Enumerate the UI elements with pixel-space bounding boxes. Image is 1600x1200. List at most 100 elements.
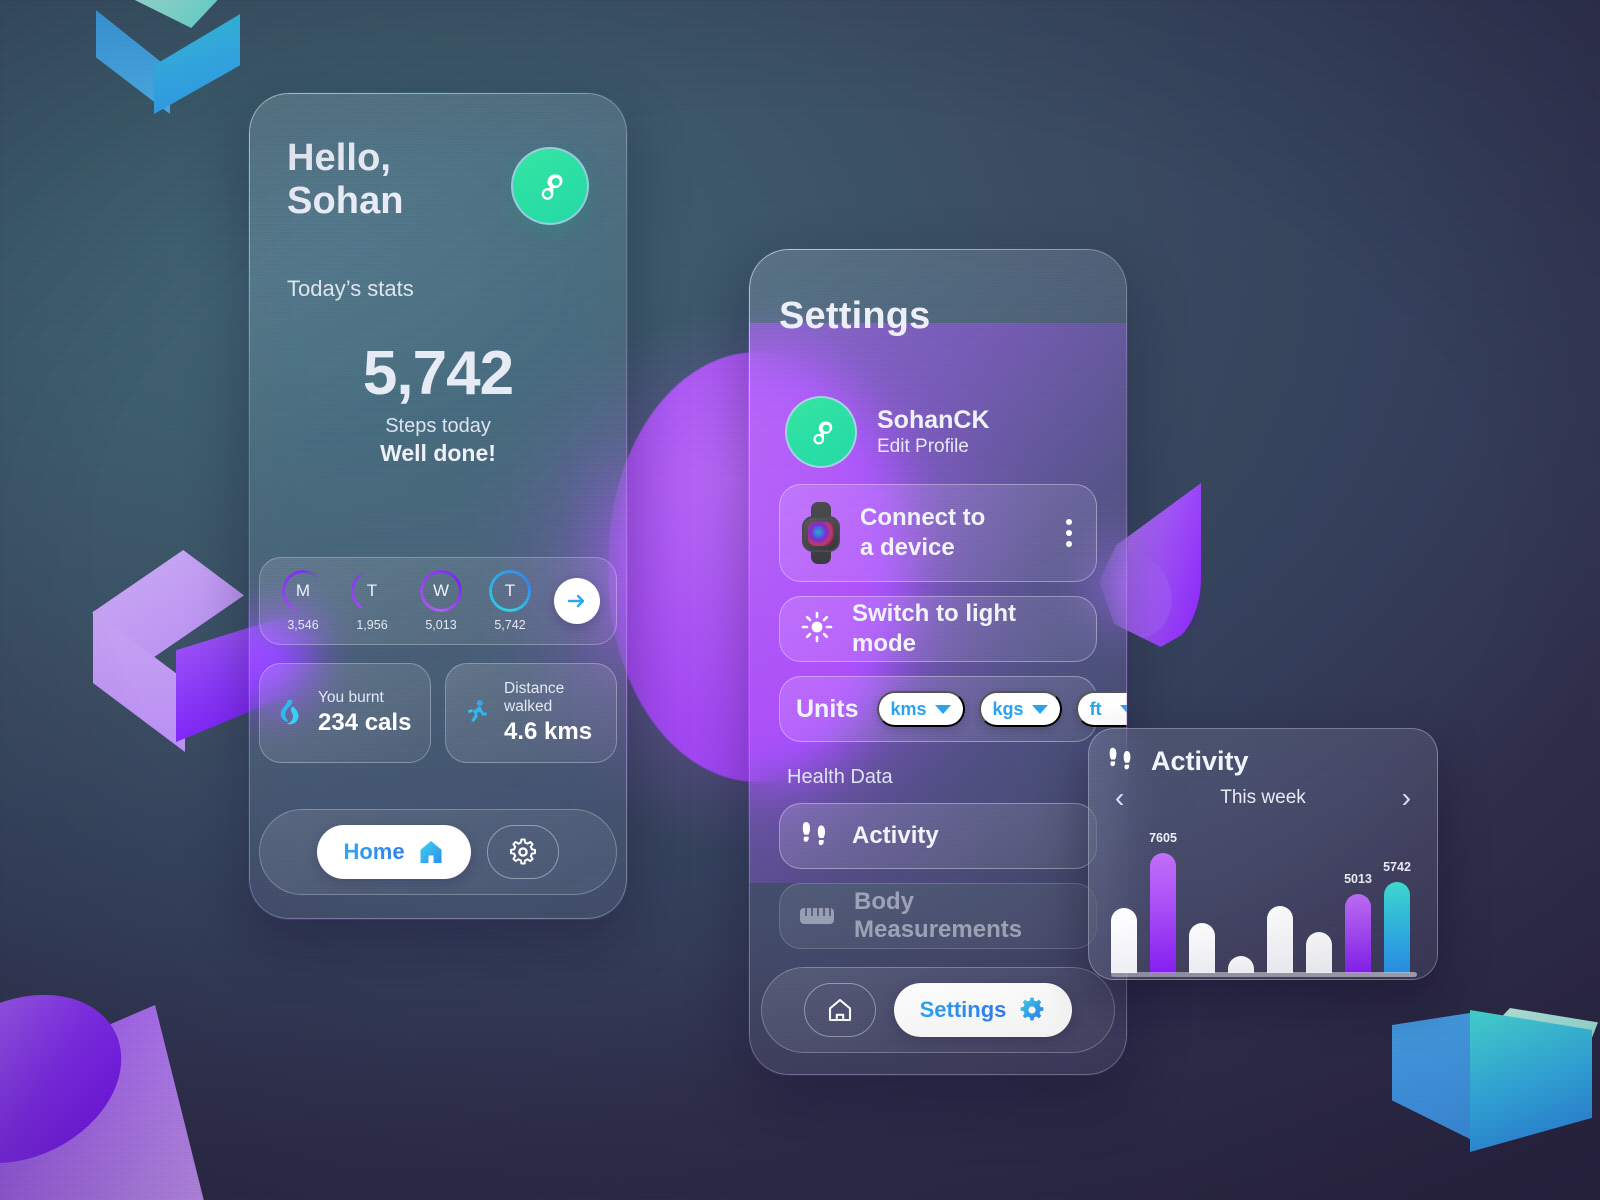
profile-swirl-icon <box>813 421 833 445</box>
units-label: Units <box>796 694 859 723</box>
footsteps-icon <box>800 819 832 854</box>
day-ring-wednesday[interactable]: W 5,013 <box>414 570 468 632</box>
unit-distance-select[interactable]: kms <box>876 691 965 727</box>
health-row-body-label: Body Measurements <box>854 888 1023 943</box>
unit-distance-value: kms <box>890 698 927 719</box>
ruler-icon <box>800 908 834 924</box>
health-data-section-label: Health Data <box>787 766 893 788</box>
chart-bar <box>1189 831 1215 973</box>
chart-bar <box>1228 831 1254 973</box>
profile-swirl-icon <box>541 174 563 200</box>
nav-home-label: Home <box>343 839 405 864</box>
unit-weight-select[interactable]: kgs <box>978 691 1062 727</box>
profile-name: SohanCK <box>877 406 990 434</box>
chart-bar: 7605 <box>1149 831 1177 973</box>
home-screen-panel: Hello, Sohan Today’s stats 5,742 Steps t… <box>248 92 628 920</box>
chart-bar-label: 5742 <box>1383 860 1411 874</box>
steps-value: 5,742 <box>362 338 514 408</box>
settings-bottom-nav: Settings <box>761 967 1115 1053</box>
day-letter: M <box>282 570 324 612</box>
chart-bar-fill <box>1384 882 1410 973</box>
chart-bars: 7605 5013 5742 <box>1111 831 1423 973</box>
light-mode-row[interactable]: Switch to light mode <box>779 596 1097 662</box>
distance-card[interactable]: Distance walked 4.6 kms <box>445 663 617 763</box>
calories-value: 234 cals <box>318 708 412 736</box>
nav-settings-button[interactable]: Settings <box>893 983 1073 1037</box>
day-value: 1,956 <box>356 618 388 632</box>
day-ring-thursday[interactable]: T 5,742 <box>483 570 537 632</box>
chart-bar-fill <box>1306 932 1332 973</box>
chart-bar-label: 5013 <box>1344 872 1372 886</box>
avatar[interactable] <box>511 147 589 225</box>
gear-icon <box>509 838 536 865</box>
stat-cards-row: You burnt 234 cals Distance walked 4.6 k… <box>259 663 617 763</box>
chart-bar-fill <box>1228 956 1254 973</box>
arrow-right-icon <box>567 594 585 608</box>
weekday-rings-card: M 3,546 T 1,956 W 5,013 T 5,742 <box>259 557 617 645</box>
running-person-icon <box>460 696 494 730</box>
chart-bar-fill <box>1267 906 1293 973</box>
steps-caption: Steps today <box>385 414 491 437</box>
avatar <box>785 396 857 468</box>
activity-header: Activity <box>1107 745 1419 778</box>
chevron-down-icon <box>1119 704 1127 714</box>
kebab-menu-icon[interactable] <box>1066 519 1072 547</box>
chart-bar: 5742 <box>1383 831 1411 973</box>
chevron-down-icon <box>1031 704 1048 714</box>
home-icon <box>828 998 851 1022</box>
activity-range-nav: ‹ This week › <box>1107 784 1419 812</box>
flame-icon <box>274 696 308 730</box>
nav-settings-label: Settings <box>919 997 1007 1022</box>
distance-label-line-1: Distance <box>504 680 565 698</box>
blue-cube-decoration <box>1378 1008 1600 1200</box>
connect-device-row[interactable]: Connect to a device <box>779 484 1097 582</box>
health-row-body-measurements[interactable]: Body Measurements <box>779 883 1097 949</box>
chart-bar <box>1306 831 1332 973</box>
chevron-left-icon[interactable]: ‹ <box>1115 784 1124 812</box>
cyan-cube-decoration <box>95 0 245 118</box>
chevron-down-icon <box>934 704 951 714</box>
activity-widget: Activity ‹ This week › 7605 5013 5742 <box>1088 728 1438 980</box>
profile-block[interactable]: SohanCK Edit Profile <box>779 396 1097 468</box>
day-letter: W <box>420 570 462 612</box>
day-ring-tuesday[interactable]: T 1,956 <box>345 570 399 632</box>
day-ring-monday[interactable]: M 3,546 <box>276 570 330 632</box>
day-value: 3,546 <box>287 618 319 632</box>
home-icon <box>420 841 442 863</box>
weekday-next-button[interactable] <box>554 578 600 624</box>
calories-label: You burnt <box>318 689 384 707</box>
chart-bar <box>1111 831 1137 973</box>
light-mode-label: Switch to light mode <box>852 600 1016 657</box>
health-row-activity[interactable]: Activity <box>779 803 1097 869</box>
nav-home-button[interactable] <box>803 983 876 1037</box>
day-letter: T <box>351 570 393 612</box>
gear-icon <box>1020 997 1044 1021</box>
unit-height-value: ft <box>1089 698 1102 719</box>
activity-title: Activity <box>1151 746 1249 776</box>
nav-home-button[interactable]: Home <box>317 825 471 879</box>
day-value: 5,742 <box>494 618 526 632</box>
home-bottom-nav: Home <box>259 809 617 895</box>
edit-profile-link[interactable]: Edit Profile <box>877 436 990 458</box>
connect-device-label-line-1: Connect to <box>860 504 986 531</box>
chevron-right-icon[interactable]: › <box>1402 784 1411 812</box>
units-row: Units kms kgs ft <box>779 676 1127 742</box>
nav-settings-button[interactable] <box>486 825 559 879</box>
activity-range-label: This week <box>1220 787 1306 808</box>
calories-card[interactable]: You burnt 234 cals <box>259 663 431 763</box>
chart-bar <box>1267 831 1293 973</box>
connect-device-label-line-2: a device <box>860 534 955 561</box>
settings-screen-panel: Settings SohanCK Edit Profile Connect to… <box>748 248 1128 1076</box>
day-value: 5,013 <box>425 618 457 632</box>
smartwatch-icon <box>800 502 842 564</box>
distance-value: 4.6 kms <box>504 717 593 745</box>
steps-praise: Well done! <box>380 439 496 466</box>
health-row-activity-label: Activity <box>852 822 939 849</box>
unit-height-select[interactable]: ft <box>1075 691 1127 727</box>
chart-bar: 5013 <box>1344 831 1372 973</box>
purple-cylinder-decoration <box>0 962 220 1200</box>
sun-icon <box>800 610 834 649</box>
page-title: Settings <box>779 295 931 337</box>
today-stats-label: Today’s stats <box>287 275 414 301</box>
day-letter: T <box>489 570 531 612</box>
